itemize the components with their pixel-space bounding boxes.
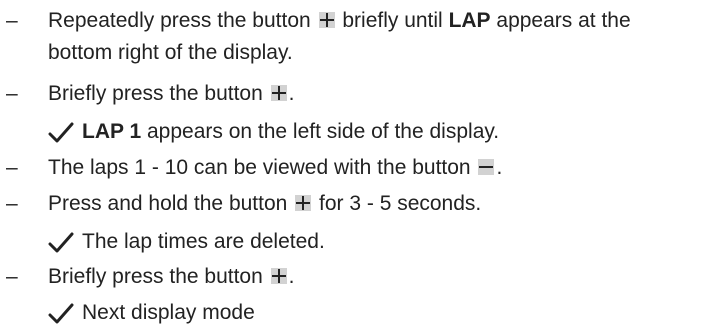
lap-label: LAP bbox=[448, 9, 491, 32]
minus-button-icon bbox=[478, 159, 495, 175]
result-text: Next display mode bbox=[82, 301, 255, 324]
step-dash: – bbox=[6, 265, 18, 288]
plus-button-icon bbox=[270, 268, 287, 284]
plus-button-icon bbox=[270, 85, 287, 101]
checkmark-icon bbox=[48, 119, 76, 145]
checkmark-icon bbox=[48, 300, 76, 326]
result-text: The lap times are deleted. bbox=[82, 230, 325, 253]
step-dash: – bbox=[6, 9, 18, 32]
plus-button-icon bbox=[295, 195, 312, 211]
instruction-list: – Repeatedly press the button briefly un… bbox=[6, 9, 631, 326]
plus-button-icon bbox=[318, 12, 335, 28]
step-dash: – bbox=[6, 156, 18, 179]
step-dash: – bbox=[6, 82, 18, 105]
step-text: Press and hold the button for 3 - 5 seco… bbox=[48, 192, 482, 215]
step-dash: – bbox=[6, 192, 18, 215]
result-text: LAP 1 appears on the left side of the di… bbox=[82, 120, 500, 143]
step-text: Briefly press the button . bbox=[48, 82, 295, 105]
step-text: Repeatedly press the button briefly unti… bbox=[48, 9, 631, 32]
step-text: The laps 1 - 10 can be viewed with the b… bbox=[48, 156, 503, 179]
lap-1-label: LAP 1 bbox=[82, 120, 142, 143]
checkmark-icon bbox=[48, 229, 76, 255]
step-text: Briefly press the button . bbox=[48, 265, 295, 288]
